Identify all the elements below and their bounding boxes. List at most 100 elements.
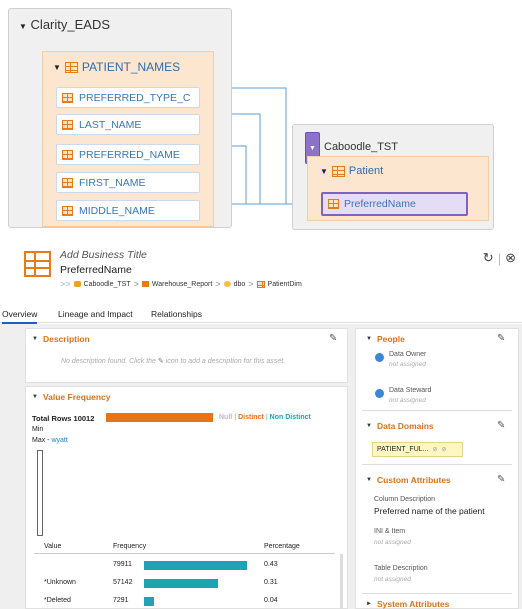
tab-lineage-and-impact[interactable]: Lineage and Impact xyxy=(58,309,133,319)
row-frequency: 79911 xyxy=(113,561,132,568)
row-percentage: 0.31 xyxy=(264,579,278,586)
divider xyxy=(362,464,512,465)
business-title-link[interactable]: Add Business Title xyxy=(60,249,147,261)
max-label: Max - xyxy=(32,437,50,444)
breadcrumb-item[interactable]: dbo xyxy=(234,281,246,288)
row-value: *Unknown xyxy=(44,579,76,586)
target-database-node[interactable]: ▼ Caboodle_TST ▼ Patient PreferredName xyxy=(292,124,494,230)
breadcrumb-arrows-icon: >> xyxy=(60,279,71,289)
total-rows: Total Rows 10012 xyxy=(32,414,94,423)
breadcrumb-item[interactable]: PatientDim xyxy=(268,281,302,288)
description-title: Description xyxy=(42,334,90,344)
frequency-table-row[interactable]: *Unknown 57142 0.31 xyxy=(34,574,335,592)
column-header-percentage[interactable]: Percentage xyxy=(264,543,300,550)
collapse-triangle-icon: ▼ xyxy=(366,477,372,483)
custom-attributes-title: Custom Attributes xyxy=(376,475,451,485)
table-icon xyxy=(64,61,78,73)
column-header-value[interactable]: Value xyxy=(44,543,61,550)
row-percentage: 0.04 xyxy=(264,597,278,604)
data-domain-tag[interactable]: PATIENT_FUL... ⊘ ⊘ xyxy=(372,442,463,457)
value-frequency-header[interactable]: ▼ Value Frequency xyxy=(32,392,111,402)
target-database-name: Caboodle_TST xyxy=(324,141,398,153)
column-icon xyxy=(62,92,73,103)
legend-distinct: Distinct xyxy=(238,414,264,421)
close-icon[interactable]: ⊗ xyxy=(505,250,516,266)
source-column[interactable]: MIDDLE_NAME xyxy=(56,200,200,221)
source-column[interactable]: PREFERRED_TYPE_C xyxy=(56,87,200,108)
legend-non-distinct: Non Distinct xyxy=(269,414,311,421)
collapse-triangle-icon[interactable]: ▼ xyxy=(53,63,61,72)
system-attributes-header[interactable]: ► System Attributes xyxy=(366,599,449,609)
frequency-table-scrollbar[interactable] xyxy=(340,554,343,609)
breadcrumb-item[interactable]: Warehouse_Report xyxy=(152,281,212,288)
data-domains-header[interactable]: ▼ Data Domains xyxy=(366,421,434,431)
column-icon xyxy=(62,119,73,130)
min-label: Min xyxy=(32,426,44,433)
frequency-bar xyxy=(144,597,154,606)
edit-data-domains-pencil-icon[interactable]: ✎ xyxy=(497,420,505,431)
description-empty-message: No description found. Click the ✎ icon t… xyxy=(61,357,285,365)
source-column-label: PREFERRED_NAME xyxy=(79,148,180,161)
column-header-frequency[interactable]: Frequency xyxy=(113,543,146,550)
edit-description-pencil-icon[interactable]: ✎ xyxy=(329,333,337,344)
frequency-table-row[interactable]: *Deleted 7291 0.04 xyxy=(34,592,335,609)
target-table-name: Patient xyxy=(348,165,384,177)
divider: | xyxy=(497,250,502,266)
people-title: People xyxy=(376,334,405,344)
source-column[interactable]: FIRST_NAME xyxy=(56,172,200,193)
data-owner-label: Data Owner xyxy=(389,351,427,358)
divider xyxy=(362,410,512,411)
refresh-icon[interactable]: ↻ xyxy=(483,250,494,266)
custom-attributes-header[interactable]: ▼ Custom Attributes xyxy=(366,475,451,485)
collapse-triangle-icon[interactable]: ▼ xyxy=(320,167,328,176)
target-column-selected[interactable]: PreferredName xyxy=(321,192,468,216)
breadcrumb-item[interactable]: Caboodle_TST xyxy=(84,281,131,288)
source-table-name: PATIENT_NAMES xyxy=(81,60,181,74)
table-icon xyxy=(256,280,265,288)
target-table-node[interactable]: ▼ Patient PreferredName xyxy=(307,156,489,221)
collapse-triangle-icon[interactable]: ▼ xyxy=(19,22,27,31)
legend-null: Null xyxy=(219,414,233,421)
source-column-label: PREFERRED_TYPE_C xyxy=(79,91,191,104)
description-empty-text: No description found. Click the xyxy=(61,358,156,365)
collapse-triangle-icon: ▼ xyxy=(366,336,372,342)
source-column[interactable]: PREFERRED_NAME xyxy=(56,144,200,165)
tag-remove-icon[interactable]: ⊘ xyxy=(442,446,447,453)
people-header[interactable]: ▼ People xyxy=(366,334,405,344)
source-table-node[interactable]: ▼ PATIENT_NAMES PREFERRED_TYPE_C LAST_NA… xyxy=(42,51,214,227)
frequency-table-row[interactable]: 79911 0.43 xyxy=(34,556,335,574)
frequency-bar xyxy=(144,561,247,570)
source-column-label: LAST_NAME xyxy=(79,118,142,131)
source-column[interactable]: LAST_NAME xyxy=(56,114,200,135)
tab-relationships[interactable]: Relationships xyxy=(151,309,202,319)
target-table-title: ▼ Patient xyxy=(320,165,383,177)
column-icon xyxy=(62,177,73,188)
row-frequency: 57142 xyxy=(113,579,133,586)
edit-people-pencil-icon[interactable]: ✎ xyxy=(497,333,505,344)
row-percentage: 0.43 xyxy=(264,561,278,568)
breadcrumb: >> Caboodle_TST > Warehouse_Report > dbo… xyxy=(60,279,302,289)
source-database-node[interactable]: ▼ Clarity_EADS ▼ PATIENT_NAMES PREFERRED… xyxy=(8,8,232,228)
database-icon xyxy=(73,281,81,287)
tab-overview[interactable]: Overview xyxy=(2,309,38,324)
collapse-triangle-icon: ▼ xyxy=(366,423,372,429)
table-description-value: not assigned xyxy=(374,576,411,583)
description-header[interactable]: ▼ Description xyxy=(32,334,90,344)
data-domains-title: Data Domains xyxy=(376,421,434,431)
data-domain-tag-label: PATIENT_FUL... xyxy=(377,446,429,453)
tab-bar: Overview Lineage and Impact Relationship… xyxy=(0,305,522,324)
ini-item-label: INI & Item xyxy=(374,528,406,535)
column-icon xyxy=(328,199,339,209)
breadcrumb-separator-icon: > xyxy=(215,279,221,289)
tag-info-icon[interactable]: ⊘ xyxy=(432,446,437,453)
header-actions: ↻ | ⊗ xyxy=(483,250,516,266)
table-icon xyxy=(331,165,345,177)
owner-icon xyxy=(223,281,231,287)
edit-custom-attributes-pencil-icon[interactable]: ✎ xyxy=(497,474,505,485)
expand-triangle-icon: ► xyxy=(366,601,372,607)
system-attributes-title: System Attributes xyxy=(376,599,450,609)
frequency-legend: Null | Distinct | Non Distinct xyxy=(219,414,311,421)
breadcrumb-separator-icon: > xyxy=(133,279,139,289)
column-description-label: Column Description xyxy=(374,496,436,503)
frequency-table-header: Value Frequency Percentage xyxy=(34,541,335,554)
